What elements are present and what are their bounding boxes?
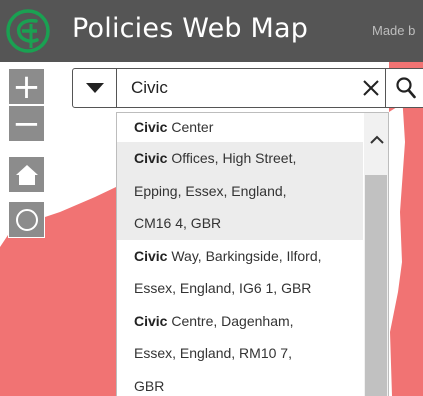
search-suggestions: Civic Center Civic Offices, High Street,… [116, 112, 389, 396]
suggestion-text: Way, Barkingside, Ilford, [167, 247, 322, 264]
search-widget [72, 68, 423, 108]
suggestion-text: Essex, England, RM10 7, [134, 345, 292, 361]
suggestions-scrollbar[interactable] [364, 113, 388, 396]
search-input[interactable] [119, 69, 355, 107]
suggestion-text: Center [167, 119, 214, 135]
chevron-up-icon [369, 135, 384, 144]
scroll-up-button[interactable] [364, 127, 388, 151]
suggestion-match: Civic [134, 247, 168, 264]
suggestion-match: Civic [134, 150, 168, 166]
clear-search-button[interactable] [357, 69, 385, 107]
minus-icon: − [12, 103, 41, 144]
search-icon [396, 77, 416, 99]
suggestion-text: Epping, Essex, England, [134, 182, 287, 199]
suggestion-item[interactable]: Civic Centre, Dagenham, Essex, England, … [117, 305, 363, 396]
suggestion-text: Offices, High Street, [167, 150, 297, 166]
zoom-in-button[interactable]: + [8, 68, 45, 105]
plus-icon: + [12, 66, 41, 107]
suggestion-list: Civic Center Civic Offices, High Street,… [117, 113, 363, 396]
locate-icon [15, 208, 38, 231]
locate-button[interactable] [8, 201, 45, 238]
home-button[interactable] [8, 156, 45, 193]
map-feature-right [390, 62, 423, 396]
app-header: Policies Web Map Made b [0, 0, 423, 62]
suggestion-match: Civic [134, 119, 168, 135]
made-by-text: Made b [372, 23, 416, 38]
caret-down-icon [85, 83, 104, 93]
suggestion-text: CM16 4, GBR [134, 215, 222, 231]
suggestion-item[interactable]: Civic Way, Barkingside, Ilford, Essex, E… [117, 240, 363, 305]
zoom-out-button[interactable]: − [8, 105, 45, 142]
app-title: Policies Web Map [72, 13, 309, 44]
search-button[interactable] [385, 69, 423, 107]
suggestion-text: Essex, England, IG6 1, GBR [134, 280, 312, 296]
suggestion-text: GBR [134, 377, 165, 394]
suggestion-match: Civic [134, 312, 168, 329]
suggestion-text: Centre, Dagenham, [167, 312, 294, 329]
circle-e-logo-icon [6, 8, 50, 54]
scroll-thumb[interactable] [365, 175, 387, 396]
source-menu-toggle[interactable] [73, 69, 117, 107]
suggestion-item[interactable]: Civic Center [117, 113, 363, 142]
close-icon [363, 80, 379, 96]
home-icon [15, 164, 38, 185]
suggestion-item[interactable]: Civic Offices, High Street, Epping, Esse… [117, 142, 363, 240]
